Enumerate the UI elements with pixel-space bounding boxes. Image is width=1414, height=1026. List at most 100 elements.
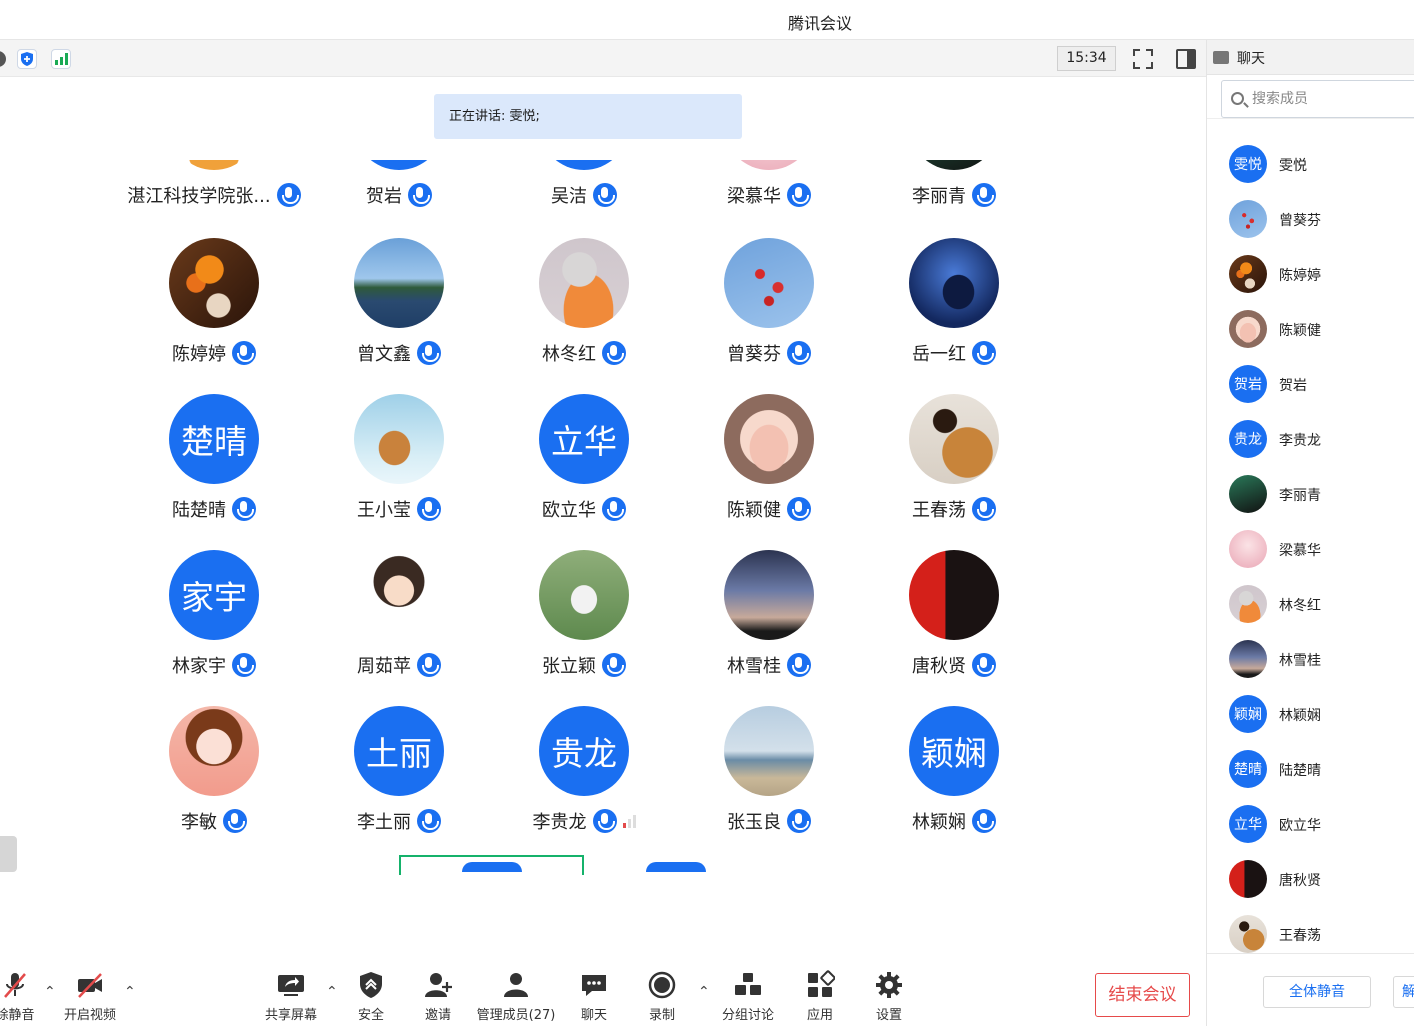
video-button[interactable]: 开启视频 [62, 970, 118, 1023]
avatar [1229, 310, 1267, 348]
member-name: 贺岩 [1279, 378, 1307, 394]
panel-title[interactable]: 聊天 [1237, 48, 1265, 68]
member-search-input[interactable]: 搜索成员 [1221, 80, 1414, 118]
info-icon[interactable] [0, 51, 6, 67]
participant-tile[interactable]: 梁慕华 [677, 160, 861, 220]
gallery-handle[interactable] [0, 836, 17, 872]
mic-on-icon [276, 183, 301, 207]
members-label: 管理成员(27) [476, 1008, 556, 1023]
member-list-item[interactable]: 颖娴 林颖娴 [1229, 695, 1414, 735]
participant-tile[interactable]: 林雪桂 [677, 550, 861, 700]
member-list-item[interactable]: 雯悦 雯悦 [1229, 145, 1414, 185]
avatar [169, 160, 259, 170]
invite-button[interactable]: 邀请 [421, 970, 455, 1023]
avatar [354, 160, 444, 170]
member-list-item[interactable]: 贺岩 贺岩 [1229, 365, 1414, 405]
participant-tile[interactable]: 曾葵芬 [677, 238, 861, 388]
member-list-item[interactable]: 梁慕华 [1229, 530, 1414, 570]
member-list-item[interactable]: 陈颖健 [1229, 310, 1414, 350]
member-list-item[interactable]: 贵龙 李贵龙 [1229, 420, 1414, 460]
side-panel-toggle-icon[interactable] [1175, 48, 1197, 70]
member-list-item[interactable]: 林冬红 [1229, 585, 1414, 625]
participant-name-row: 周茹苹 [307, 652, 491, 678]
participant-tile[interactable]: 张立颖 [492, 550, 676, 700]
avatar: 家宇 [169, 550, 259, 640]
participant-tile[interactable]: 王春荡 [862, 394, 1046, 544]
avatar [1229, 255, 1267, 293]
member-list-item[interactable]: 唐秋贤 [1229, 860, 1414, 900]
participant-tile[interactable]: 李丽青 [862, 160, 1046, 220]
participant-tile[interactable]: 李敏 [122, 706, 306, 856]
participant-name: 张玉良 [727, 812, 781, 833]
mic-on-icon [408, 183, 432, 207]
chevron-up-icon[interactable]: ⌃ [44, 984, 56, 1000]
member-list-item[interactable]: 林雪桂 [1229, 640, 1414, 680]
breakout-rooms-icon [733, 970, 763, 1000]
avatar [909, 394, 999, 484]
participant-tile[interactable]: 张玉良 [677, 706, 861, 856]
mute-all-button[interactable]: 全体静音 [1263, 976, 1371, 1008]
chat-label: 聊天 [580, 1008, 607, 1023]
participant-tile[interactable]: 王小莹 [307, 394, 491, 544]
chat-icon [579, 970, 609, 1000]
participant-tile[interactable]: 陈婷婷 [122, 238, 306, 388]
participant-tile[interactable]: 家宇 林家宇 [122, 550, 306, 700]
mic-on-icon [232, 497, 256, 521]
apps-button[interactable]: 应用 [803, 970, 837, 1023]
participant-tile[interactable]: 贺岩 [307, 160, 491, 220]
chevron-up-icon[interactable]: ⌃ [326, 984, 338, 1000]
avatar [169, 238, 259, 328]
avatar: 立华 [1229, 805, 1267, 843]
participant-tile[interactable]: 吴洁 [492, 160, 676, 220]
participant-tile[interactable]: 楚晴 陆楚晴 [122, 394, 306, 544]
member-name: 唐秋贤 [1279, 873, 1321, 889]
participant-name-row: 李丽青 [862, 182, 1046, 208]
add-user-icon [423, 970, 453, 1000]
manage-members-button[interactable]: 管理成员(27) [476, 970, 556, 1023]
mic-on-icon [787, 341, 811, 365]
share-screen-button[interactable]: 共享屏幕 [262, 970, 320, 1023]
mic-on-icon [972, 809, 996, 833]
unmute-all-button[interactable]: 解 [1393, 976, 1414, 1008]
breakout-button[interactable]: 分组讨论 [720, 970, 776, 1023]
settings-button[interactable]: 设置 [872, 970, 906, 1023]
participant-tile[interactable]: 土丽 李土丽 [307, 706, 491, 856]
security-button[interactable]: 安全 [354, 970, 388, 1023]
mute-button[interactable]: 除静音 [0, 970, 40, 1023]
member-name: 林雪桂 [1279, 653, 1321, 669]
member-list-item[interactable]: 楚晴 陆楚晴 [1229, 750, 1414, 790]
avatar: 颖娴 [909, 706, 999, 796]
participant-tile[interactable]: 贵龙 李贵龙 [492, 706, 676, 856]
member-list-item[interactable]: 李丽青 [1229, 475, 1414, 515]
avatar: 立华 [539, 394, 629, 484]
chevron-up-icon[interactable]: ⌃ [698, 984, 710, 1000]
participant-tile[interactable]: 林冬红 [492, 238, 676, 388]
participant-name-row: 陈颖健 [677, 496, 861, 522]
avatar [724, 706, 814, 796]
participant-tile[interactable]: 立华 欧立华 [492, 394, 676, 544]
end-meeting-button[interactable]: 结束会议 [1095, 973, 1190, 1017]
member-list-item[interactable]: 立华 欧立华 [1229, 805, 1414, 845]
participant-tile[interactable]: 岳一红 [862, 238, 1046, 388]
shield-icon[interactable] [17, 49, 37, 69]
participant-tile[interactable]: 颖娴 林颖娴 [862, 706, 1046, 856]
record-button[interactable]: 录制 [645, 970, 679, 1023]
chat-button[interactable]: 聊天 [577, 970, 611, 1023]
search-placeholder: 搜索成员 [1252, 91, 1308, 107]
chevron-up-icon[interactable]: ⌃ [124, 984, 136, 1000]
mic-on-icon [602, 341, 626, 365]
member-list-item[interactable]: 曾葵芬 [1229, 200, 1414, 240]
participant-tile[interactable]: 陈颖健 [677, 394, 861, 544]
participant-name: 林颖娴 [912, 812, 966, 833]
participant-tile[interactable]: 周茹苹 [307, 550, 491, 700]
signal-icon[interactable] [51, 49, 71, 69]
members-icon [501, 970, 531, 1000]
member-list-item[interactable]: 陈婷婷 [1229, 255, 1414, 295]
participant-tile[interactable]: 唐秋贤 [862, 550, 1046, 700]
participant-tile[interactable]: 湛江科技学院张... [122, 160, 306, 220]
fullscreen-icon[interactable] [1132, 48, 1154, 70]
settings-label: 设置 [875, 1008, 902, 1023]
avatar [724, 394, 814, 484]
participant-tile[interactable]: 曾文鑫 [307, 238, 491, 388]
member-list-item[interactable]: 王春荡 [1229, 915, 1414, 953]
